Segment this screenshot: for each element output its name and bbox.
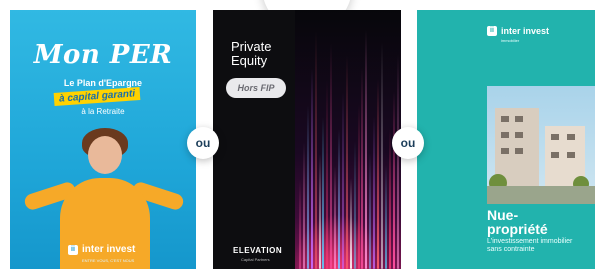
inter-invest-logo-icon: ii <box>68 244 78 255</box>
pe-title-line2: Equity <box>231 53 268 68</box>
np-subtitle: L'investissement immobilier sans contrai… <box>487 238 573 253</box>
light-streak <box>388 128 391 269</box>
pe-brand: ELEVATION <box>233 246 283 255</box>
per-subtitle-highlight: à capital garanti <box>53 87 141 106</box>
light-streak <box>306 105 309 269</box>
np-brand-sub: immobilier <box>501 38 520 43</box>
np-brand: ii inter invest <box>487 26 549 36</box>
light-streak <box>353 141 356 269</box>
product-card-private-equity[interactable]: Private Equity Hors FIP ELEVATION Capita… <box>213 10 401 269</box>
light-streak <box>299 179 301 269</box>
light-streak <box>365 30 368 269</box>
person-body <box>60 178 150 269</box>
person-head <box>88 136 122 174</box>
pe-title: Private Equity <box>231 40 271 68</box>
product-card-per[interactable]: Mon PER Le Plan d'Epargne à capital gara… <box>10 10 196 269</box>
light-streak <box>302 142 305 269</box>
ou-connector-2: ou <box>392 127 424 159</box>
per-brand: ii inter invest <box>68 244 135 255</box>
light-streak <box>377 79 379 269</box>
light-streak <box>345 55 348 269</box>
light-streak <box>380 42 383 269</box>
np-title: Nue- propriété <box>487 208 548 236</box>
per-subtitle-line3: à la Retraite <box>81 107 125 116</box>
ground <box>487 186 595 204</box>
light-streak <box>357 104 360 269</box>
np-brand-name: inter invest <box>501 26 550 36</box>
light-streak <box>310 68 313 269</box>
per-title: Mon PER <box>33 40 173 70</box>
light-streak <box>369 153 372 269</box>
pe-brand-sub: Capital Partners <box>241 257 270 262</box>
np-title-line2: propriété <box>487 221 548 237</box>
light-streak <box>326 80 329 269</box>
light-streak <box>349 178 352 269</box>
light-streak <box>396 54 399 269</box>
light-streak <box>361 67 364 269</box>
ou-connector-1: ou <box>187 127 219 159</box>
light-streak <box>314 31 317 269</box>
light-streak <box>392 91 395 269</box>
np-title-line1: Nue- <box>487 207 519 223</box>
per-brand-name: inter invest <box>82 244 136 255</box>
pe-light-streaks-art <box>295 10 401 269</box>
product-card-nue-propriete[interactable]: ii inter invest immobilier Nue- propriét… <box>417 10 595 269</box>
light-streak <box>318 154 321 269</box>
per-brand-tagline: ENTRE VOUS, C'EST NOUS <box>82 258 135 263</box>
per-subtitle-line1: Le Plan d'Epargne <box>63 78 143 88</box>
light-streak <box>330 43 333 269</box>
np-building-photo <box>487 86 595 204</box>
light-streak <box>334 166 337 269</box>
light-streak <box>322 117 325 269</box>
pe-title-line1: Private <box>231 39 272 54</box>
inter-invest-logo-icon: ii <box>487 26 497 36</box>
light-streak <box>384 165 387 269</box>
light-streak <box>341 92 344 269</box>
light-streak <box>373 116 376 269</box>
light-streak <box>338 129 340 269</box>
pe-hors-fip-pill[interactable]: Hors FIP <box>226 78 286 98</box>
